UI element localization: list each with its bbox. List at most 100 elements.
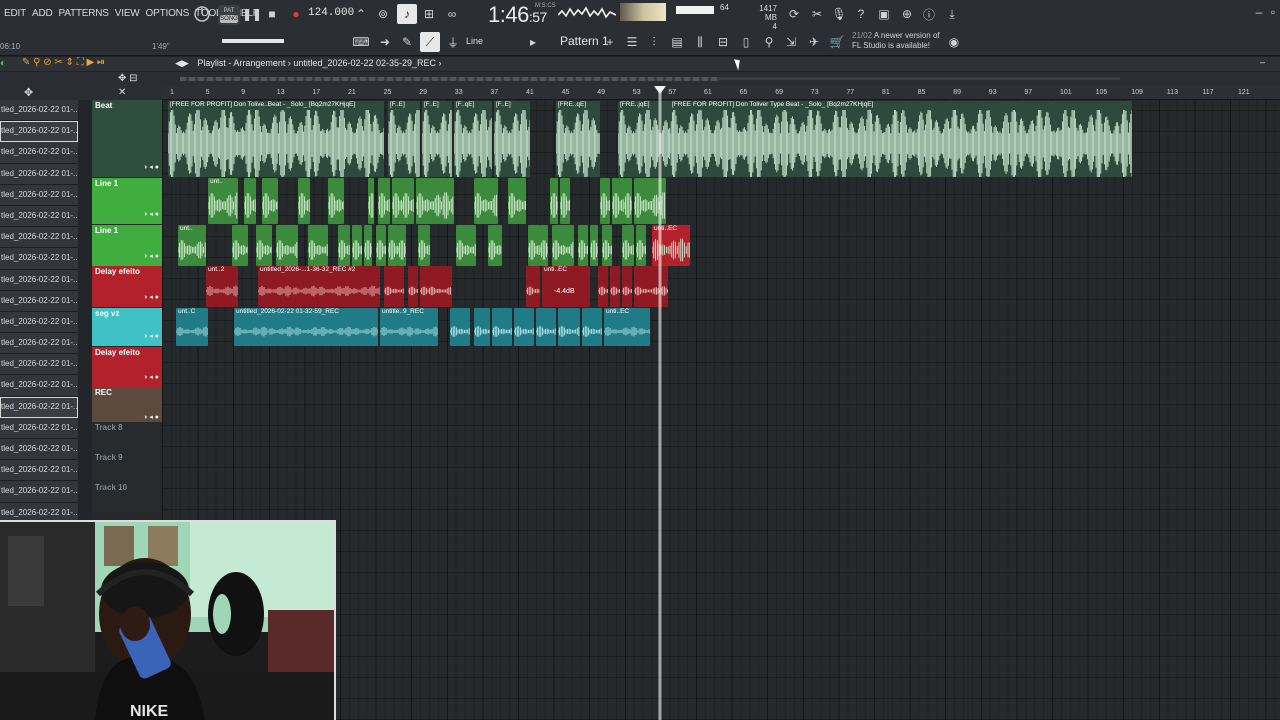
audio-clip[interactable] (602, 225, 612, 266)
browser-file-item[interactable]: tled_2026-02-22 01-... (0, 100, 78, 122)
audio-clip[interactable] (552, 225, 574, 266)
audio-clip[interactable] (636, 225, 646, 266)
step-edit-icon[interactable]: ⊞ (420, 5, 438, 23)
audio-clip[interactable]: unti..EC (604, 308, 650, 346)
menu-patterns[interactable]: PATTERNS (59, 8, 109, 19)
audio-clip[interactable] (308, 225, 328, 266)
save-icon[interactable]: ▣ (875, 5, 893, 23)
audio-clip[interactable] (364, 225, 372, 266)
cart-icon[interactable]: 🛒 (828, 34, 846, 50)
loop-record-icon[interactable]: ∞ (443, 5, 461, 23)
audio-clip[interactable]: unt..C (176, 308, 208, 346)
audio-clip[interactable] (582, 308, 602, 346)
audio-clip[interactable]: untitle..9_REC (380, 308, 438, 346)
browser-file-item[interactable]: tled_2026-02-22 01-... (0, 311, 78, 334)
browser-file-item[interactable]: tled_2026-02-22 01-... (0, 205, 78, 228)
audio-clip[interactable] (622, 225, 634, 266)
browser-file-item[interactable]: tled_2026-02-22 01-... (0, 163, 78, 185)
browser-file-item[interactable]: tled_2026-02-22 01-... (0, 142, 78, 164)
track-header[interactable]: Track 10 (92, 482, 162, 512)
audio-clip[interactable] (624, 178, 632, 224)
snap-selector[interactable]: Line (466, 36, 483, 46)
audio-clip[interactable] (610, 266, 620, 307)
track-controls-icon[interactable]: ◑ ◂ ● (143, 332, 159, 340)
audio-clip[interactable] (492, 308, 512, 346)
countdown-icon[interactable]: ♪ (397, 4, 417, 24)
close-x-icon[interactable]: ✕ (118, 87, 126, 98)
power-icon[interactable]: ◐ (0, 58, 6, 69)
piano-keyboard-icon[interactable]: ⌨ (352, 34, 370, 50)
track-header[interactable]: Track 8 (92, 422, 162, 452)
piano-roll-icon[interactable]: ⫶ (645, 34, 663, 50)
browser-file-item[interactable]: tled_2026-02-22 01-... (0, 248, 78, 270)
track-controls-icon[interactable]: ◑ ◂ ● (143, 252, 159, 260)
audio-clip[interactable]: [F..E] (494, 101, 530, 177)
audio-clip[interactable] (474, 178, 498, 224)
audio-clip[interactable]: [F..E] (388, 101, 420, 177)
arrow-right-icon[interactable]: ➜ (376, 34, 394, 50)
plugin-icon[interactable]: ⊕ (898, 5, 916, 23)
mixer-icon[interactable]: ⫼ (691, 34, 709, 50)
tool-icons[interactable]: ✎ ⚲ ⊘ ✂ ⇕ ⛶ ▶ ⏯ (22, 57, 105, 68)
audio-clip[interactable] (612, 178, 624, 224)
track-header[interactable]: Line 1 ◑ ◂ ● (92, 225, 162, 266)
menu-options[interactable]: OPTIONS (146, 8, 190, 19)
audio-clip[interactable]: unt..2 (206, 266, 238, 307)
master-volume-slider[interactable] (676, 6, 714, 14)
globe-icon[interactable]: ◉ (946, 34, 962, 50)
record-icon[interactable]: ● (290, 7, 302, 21)
track-header[interactable]: Track 9 (92, 452, 162, 482)
audio-clip[interactable] (408, 266, 418, 307)
pattern-selector[interactable]: Pattern 1 (560, 34, 609, 48)
audio-clip[interactable]: [F..E] (422, 101, 452, 177)
metronome-icon[interactable]: ⌃ (352, 5, 370, 23)
browser-file-item[interactable]: tled_2026-02-22 01-... (0, 269, 78, 291)
browser-file-item[interactable]: tled_2026-02-22 01-... (0, 375, 78, 397)
audio-clip[interactable] (368, 178, 374, 224)
audio-clip[interactable] (634, 266, 668, 307)
plugin-picker-icon[interactable]: ⚲ (760, 34, 778, 50)
audio-clip[interactable] (508, 178, 526, 224)
undo-history-icon[interactable]: ⟳ (785, 5, 803, 23)
typing-keyboard-icon[interactable]: ✂ (808, 5, 826, 23)
audio-clip[interactable] (526, 266, 540, 307)
browser-file-item[interactable]: tled_2026-02-22 01-... (0, 184, 78, 206)
audio-clip[interactable] (590, 225, 598, 266)
add-pattern-icon[interactable]: + (604, 34, 616, 50)
audio-clip[interactable] (298, 178, 310, 224)
audio-clip[interactable]: [FRE..jqE] (618, 101, 670, 177)
browser-icon[interactable]: ⊟ (714, 34, 732, 50)
audio-clip[interactable]: [FRE..qE] (556, 101, 600, 177)
audio-clip[interactable] (600, 178, 610, 224)
horizontal-scrollbar[interactable] (720, 77, 1120, 80)
audio-clip[interactable] (338, 225, 350, 266)
audio-clip[interactable] (474, 308, 490, 346)
playlist-arrow-icon[interactable]: ◀▶ (175, 58, 189, 68)
main-pitch-slider[interactable] (222, 39, 284, 43)
play-small-icon[interactable]: ▸ (528, 35, 538, 49)
browser-file-item[interactable]: tled_2026-02-22 01-... (0, 460, 78, 482)
audio-clip[interactable]: unt.. (178, 225, 206, 266)
track-header[interactable]: seg vz ◑ ◂ ● (92, 308, 162, 346)
browser-scroll-gutter[interactable] (78, 100, 92, 520)
audio-clip[interactable] (514, 308, 534, 346)
audio-clip[interactable] (540, 225, 548, 266)
audio-clip[interactable]: [FREE FOR PROFIT] Don Tolive..Beat - _So… (168, 101, 384, 177)
scroll-arrows-icon[interactable]: ✥ ⊟ (118, 73, 138, 84)
info-icon[interactable]: ⓘ (920, 5, 938, 23)
download-icon[interactable]: ⤓ (943, 5, 961, 23)
menu-add[interactable]: ADD (32, 8, 53, 19)
audio-clip[interactable] (276, 225, 298, 266)
audio-clip[interactable] (428, 266, 452, 307)
track-controls-icon[interactable]: ◑ ◂ ● (143, 163, 159, 171)
restore-icon[interactable]: ▫ (1266, 5, 1280, 19)
audio-clip[interactable] (262, 178, 278, 224)
audio-clip[interactable] (416, 178, 454, 224)
wait-input-icon[interactable]: ⊚ (374, 5, 392, 23)
browser-file-item[interactable]: tled_2026-02-22 01-... (0, 290, 78, 312)
channel-rack-icon[interactable]: ▤ (668, 34, 686, 50)
tempo-display[interactable]: 124.000 (308, 7, 354, 19)
playhead-line[interactable] (658, 88, 662, 720)
brush-icon[interactable]: ⟋ (420, 32, 440, 52)
browser-file-item[interactable]: tled_2026-02-22 01-... (0, 417, 78, 439)
